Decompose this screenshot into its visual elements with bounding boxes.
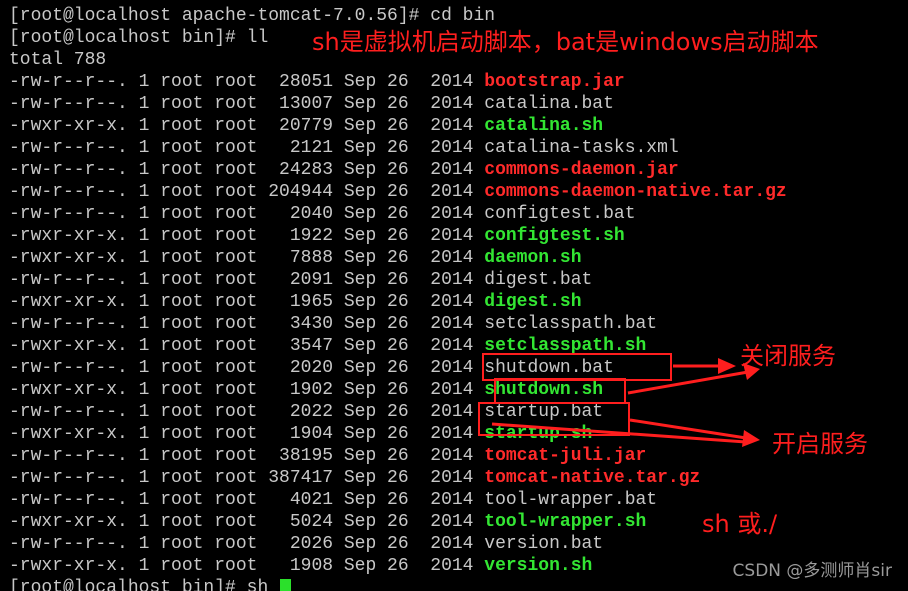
note-start-service: 开启服务: [772, 430, 868, 458]
terminal-window[interactable]: [root@localhost apache-tomcat-7.0.56]# c…: [0, 0, 908, 591]
note-sh-vs-bat: sh是虚拟机启动脚本，bat是windows启动脚本: [312, 28, 819, 56]
note-stop-service: 关闭服务: [740, 342, 836, 370]
arrow-head-stop-1: [718, 358, 736, 374]
arrow-head-start-1: [742, 430, 760, 447]
annotation-arrows: [491, 358, 760, 447]
arrow-stop-from-sh: [627, 370, 749, 395]
note-run-hint: sh 或./: [702, 510, 778, 538]
watermark: CSDN @多测师肖sir: [732, 561, 892, 581]
